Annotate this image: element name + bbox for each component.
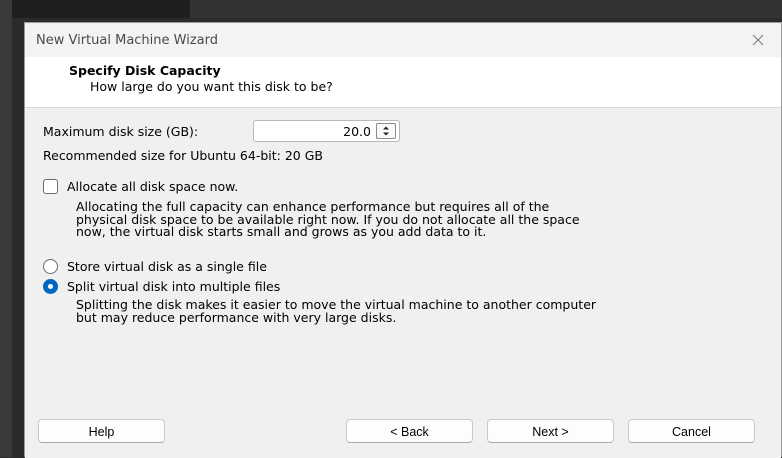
disk-size-value[interactable]: 20.0 [343, 124, 371, 139]
multi-desc-line: but may reduce performance with very lar… [76, 309, 397, 325]
multi-file-radio[interactable] [43, 279, 58, 294]
page-title: Specify Disk Capacity [69, 63, 221, 78]
back-button[interactable]: < Back [346, 419, 473, 443]
wizard-footer: Help < Back Next > Cancel [25, 409, 781, 458]
next-button[interactable]: Next > [487, 419, 614, 443]
allocate-desc-line: now, the virtual disk starts small and g… [76, 224, 487, 239]
cancel-button[interactable]: Cancel [628, 419, 755, 443]
help-button[interactable]: Help [38, 419, 165, 443]
close-icon[interactable] [747, 29, 769, 51]
multi-file-label[interactable]: Split virtual disk into multiple files [67, 279, 280, 294]
multi-file-description: Splitting the disk makes it easier to mo… [76, 298, 596, 325]
single-file-label[interactable]: Store virtual disk as a single file [67, 259, 267, 274]
wizard-content: Maximum disk size (GB): 20.0 Recommended… [25, 108, 781, 408]
single-file-radio[interactable] [43, 259, 58, 274]
disk-size-label: Maximum disk size (GB): [43, 124, 199, 139]
wizard-dialog: New Virtual Machine Wizard Specify Disk … [24, 22, 782, 458]
disk-size-stepper[interactable]: 20.0 [253, 120, 400, 142]
allocate-all-label[interactable]: Allocate all disk space now. [67, 179, 238, 194]
desktop-edge [0, 0, 12, 457]
allocate-all-checkbox[interactable] [43, 179, 58, 194]
title-bar: New Virtual Machine Wizard [25, 23, 781, 57]
page-subtitle: How large do you want this disk to be? [90, 79, 333, 94]
allocate-description: Allocating the full capacity can enhance… [76, 200, 580, 239]
recommended-size-text: Recommended size for Ubuntu 64-bit: 20 G… [43, 148, 323, 163]
wizard-header: Specify Disk Capacity How large do you w… [25, 57, 781, 108]
window-title: New Virtual Machine Wizard [36, 33, 218, 48]
spin-updown-icon[interactable] [376, 123, 396, 139]
desktop-background-right [190, 0, 782, 18]
